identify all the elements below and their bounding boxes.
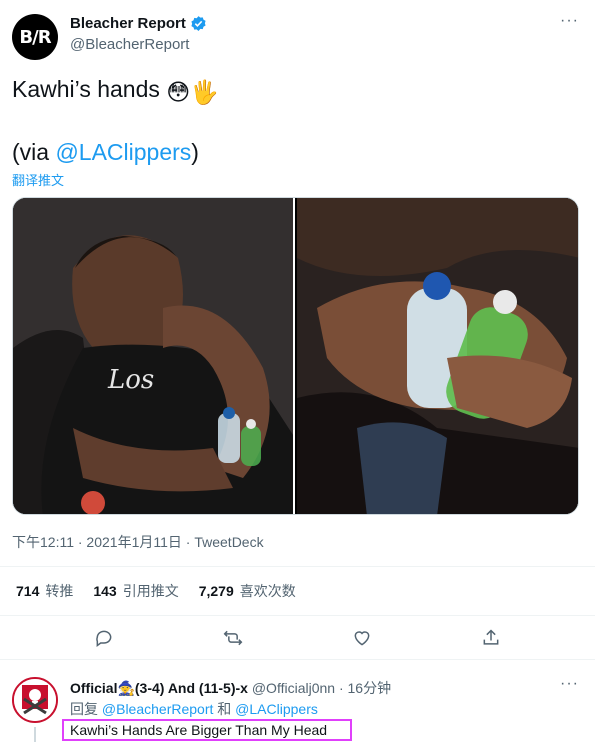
more-options-icon[interactable]: ··· xyxy=(560,12,579,30)
tweet-timestamp[interactable]: 下午12:11 · 2021年1月11日 · TweetDeck xyxy=(12,532,264,552)
replying-to-prefix: 回复 xyxy=(70,701,102,717)
thread-line xyxy=(34,727,36,742)
retweet-icon[interactable] xyxy=(223,628,243,653)
engagement-stats: 714 转推 143 引用推文 7,279 喜欢次数 xyxy=(0,566,595,616)
share-icon[interactable] xyxy=(481,628,501,653)
reply-tweet[interactable]: Official🧙(3-4) And (11-5)-x @Officialj0n… xyxy=(0,661,595,742)
reply-more-options-icon[interactable]: ··· xyxy=(560,675,579,693)
hand-holding-bottles-illustration xyxy=(297,198,578,514)
author-name[interactable]: Bleacher Report xyxy=(70,15,186,32)
tweet-text-line2: (via @LAClippers) xyxy=(12,139,199,166)
like-label: 喜欢次数 xyxy=(239,583,296,599)
reply-author-name[interactable]: Official🧙(3-4) And (11-5)-x xyxy=(70,680,248,696)
reply-text: Kawhi’s Hands Are Bigger Than My Head xyxy=(62,719,352,741)
avatar[interactable]: B/R xyxy=(12,14,58,60)
like-count: 7,279 xyxy=(198,583,234,599)
stat-retweets[interactable]: 714 转推 xyxy=(16,581,73,601)
reply-mention-laclippers[interactable]: @LAClippers xyxy=(235,701,318,717)
main-tweet[interactable]: B/R Bleacher Report @BleacherReport ··· … xyxy=(0,0,595,660)
author-row: Bleacher Report xyxy=(70,15,207,32)
stat-quotes[interactable]: 143 引用推文 xyxy=(93,581,178,601)
mention-laclippers[interactable]: @LAClippers xyxy=(55,139,191,165)
via-suffix: ) xyxy=(191,139,199,165)
tweet-media[interactable]: Los xyxy=(12,197,579,515)
replying-to-and: 和 xyxy=(213,701,236,717)
verified-badge-icon xyxy=(191,16,206,31)
quote-label: 引用推文 xyxy=(122,583,179,599)
media-image-left[interactable]: Los xyxy=(13,198,294,514)
via-prefix: (via xyxy=(12,139,56,165)
reply-header: Official🧙(3-4) And (11-5)-x @Officialj0n… xyxy=(70,678,391,698)
reply-mention-bleacherreport[interactable]: @BleacherReport xyxy=(102,701,214,717)
tweet-text: Kawhi’s hands xyxy=(12,76,160,102)
quote-count: 143 xyxy=(93,583,117,599)
like-icon[interactable] xyxy=(352,628,372,653)
reply-author-handle[interactable]: @Officialj0nn · 16分钟 xyxy=(252,680,391,696)
retweet-label: 转推 xyxy=(45,583,74,599)
player-sitting-illustration: Los xyxy=(13,198,294,514)
media-divider xyxy=(293,198,295,514)
retweet-count: 714 xyxy=(16,583,40,599)
author-handle[interactable]: @BleacherReport xyxy=(70,36,189,53)
buccaneers-flag-icon xyxy=(14,679,56,721)
stat-likes[interactable]: 7,279 喜欢次数 xyxy=(199,581,296,601)
reply-avatar[interactable] xyxy=(12,677,58,723)
translate-tweet-link[interactable]: 翻译推文 xyxy=(12,170,64,189)
replying-to: 回复 @BleacherReport 和 @LAClippers xyxy=(70,699,318,719)
action-bar xyxy=(0,622,595,658)
flushed-and-hand-emoji-icon: 😳🖐 xyxy=(166,79,219,105)
tweet-text-line1: Kawhi’s hands 😳🖐 xyxy=(12,76,219,106)
svg-text:Los: Los xyxy=(107,365,154,395)
reply-icon[interactable] xyxy=(94,628,114,653)
media-image-right[interactable] xyxy=(297,198,578,514)
